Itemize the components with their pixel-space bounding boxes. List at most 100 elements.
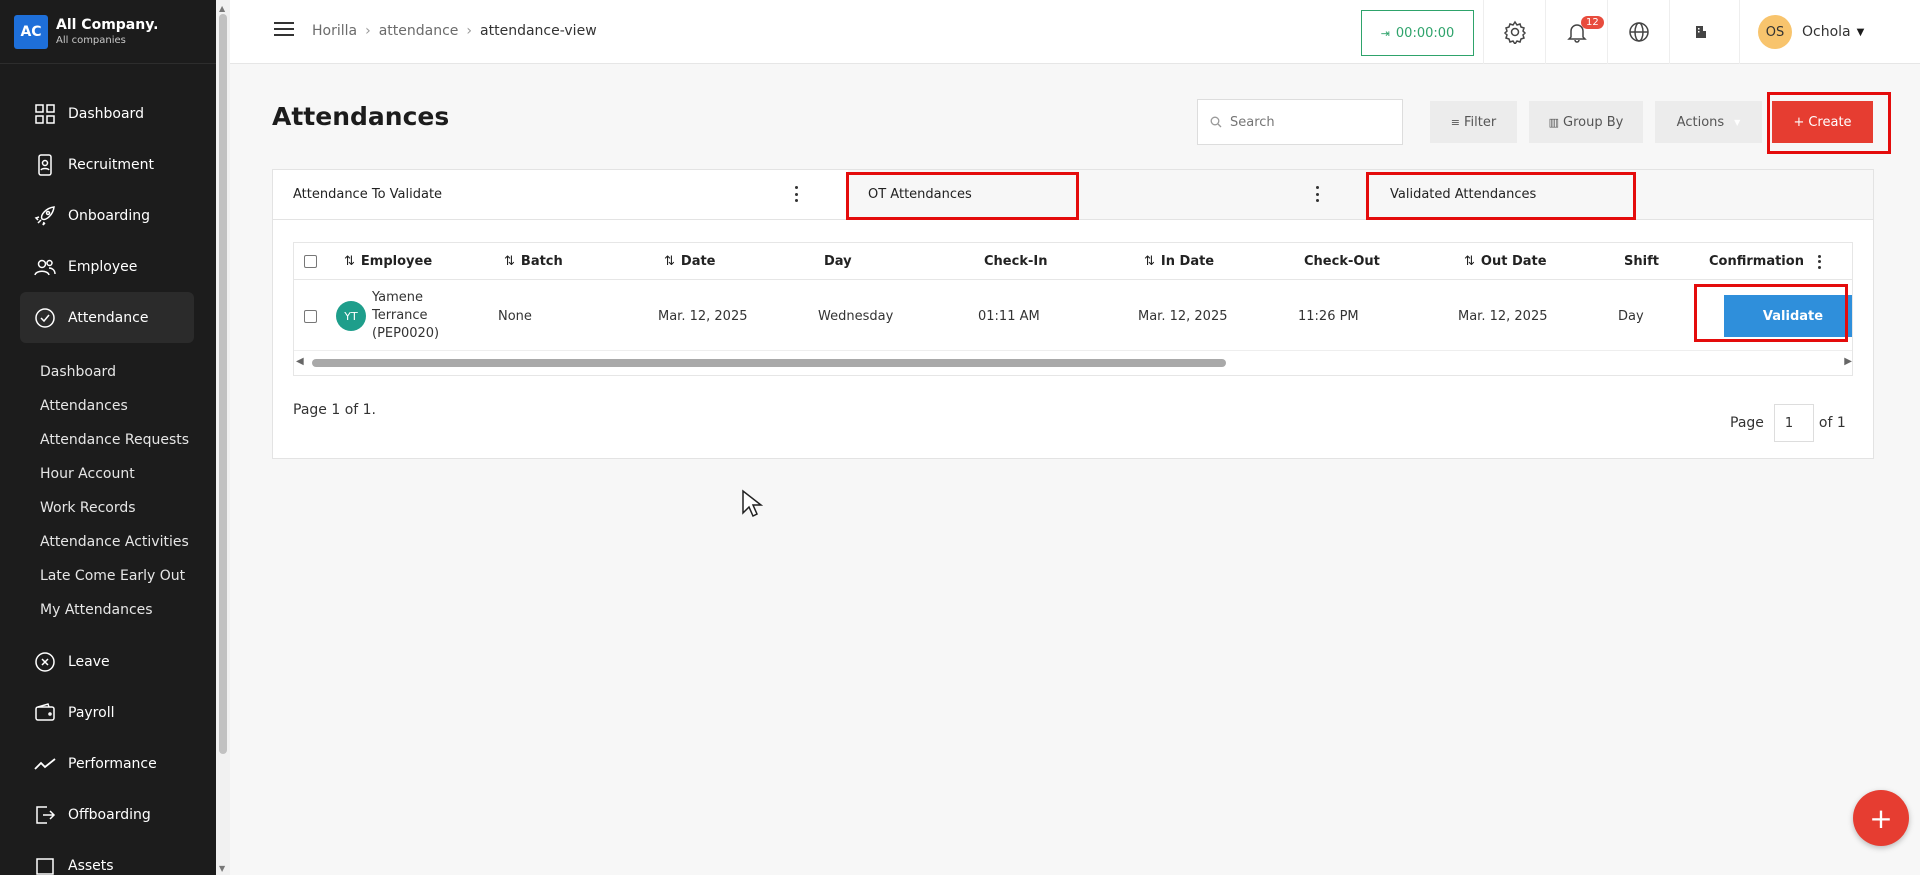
sidebar: AC All Company. All companies Dashboard … [0, 0, 216, 875]
sidebar-item-attendance[interactable]: Attendance [20, 292, 194, 343]
sidebar-item-leave[interactable]: Leave [0, 636, 216, 687]
mouse-cursor-icon [741, 489, 764, 523]
sidebar-nav-lower: Leave Payroll Performance Offboarding As… [0, 636, 216, 875]
breadcrumb-item[interactable]: Horilla [312, 23, 357, 39]
col-label: Confirmation [1709, 254, 1804, 269]
trend-icon [34, 753, 56, 775]
table-row[interactable]: YT Yamene Terrance (PEP0020) None Mar. 1… [294, 281, 1852, 351]
table-horizontal-scrollbar[interactable]: ◀ ▶ [294, 355, 1852, 371]
col-check-in[interactable]: Check-In [984, 243, 1047, 280]
col-out-date[interactable]: ⇅ Out Date [1464, 243, 1547, 280]
sort-icon: ⇅ [664, 254, 675, 269]
search-box[interactable] [1197, 99, 1403, 145]
submenu-attendances[interactable]: Attendances [0, 389, 216, 423]
notifications-button[interactable]: 12 [1545, 0, 1607, 64]
company-button[interactable] [1669, 0, 1731, 64]
language-button[interactable] [1607, 0, 1669, 64]
menu-icon[interactable] [274, 22, 294, 38]
sidebar-item-onboarding[interactable]: Onboarding [0, 190, 216, 241]
select-all-checkbox[interactable] [304, 243, 317, 280]
scroll-right-arrow-icon[interactable]: ▶ [1844, 356, 1852, 367]
sidebar-item-dashboard[interactable]: Dashboard [0, 88, 216, 139]
sidebar-item-label: Payroll [68, 704, 115, 721]
submenu-work-records[interactable]: Work Records [0, 491, 216, 525]
submenu-dashboard[interactable]: Dashboard [0, 355, 216, 389]
page-number-input[interactable]: 1 [1773, 404, 1814, 442]
row-checkbox[interactable] [304, 281, 317, 351]
page-total: of 1 [1818, 415, 1846, 431]
leave-icon [34, 651, 56, 673]
col-date[interactable]: ⇅ Date [664, 243, 716, 280]
exit-icon [34, 804, 56, 826]
col-batch[interactable]: ⇅ Batch [504, 243, 563, 280]
cell-employee[interactable]: YT Yamene Terrance (PEP0020) [336, 281, 486, 351]
timer-value: 00:00:00 [1395, 25, 1455, 41]
submenu-hour-account[interactable]: Hour Account [0, 457, 216, 491]
col-check-out[interactable]: Check-Out [1304, 243, 1380, 280]
sort-icon: ⇅ [344, 254, 355, 269]
sidebar-item-label: Employee [68, 258, 138, 275]
search-input[interactable] [1230, 114, 1390, 130]
actions-button[interactable]: Actions ▼ [1655, 101, 1762, 143]
cell-out-date: Mar. 12, 2025 [1458, 308, 1548, 324]
tab-ot-attendances[interactable]: OT Attendances [848, 170, 1370, 219]
validate-button[interactable]: Validate [1724, 295, 1852, 337]
submenu-late-come-early-out[interactable]: Late Come Early Out [0, 559, 216, 593]
filter-label: Filter [1464, 114, 1497, 130]
filter-button[interactable]: ≡ Filter [1430, 101, 1517, 143]
scroll-up-arrow-icon[interactable]: ▲ [219, 4, 225, 13]
tab-validated-attendances[interactable]: Validated Attendances [1370, 170, 1873, 219]
col-label: Batch [520, 254, 563, 269]
submenu-my-attendances[interactable]: My Attendances [0, 593, 216, 627]
kebab-menu-icon[interactable] [791, 186, 801, 202]
breadcrumb: Horilla › attendance › attendance-view [312, 23, 597, 39]
search-icon [1210, 116, 1222, 128]
sidebar-scrollbar[interactable]: ▲ ▼ [216, 0, 230, 875]
sort-icon: ⇅ [504, 254, 515, 269]
sidebar-item-employee[interactable]: Employee [0, 241, 216, 292]
sidebar-item-offboarding[interactable]: Offboarding [0, 789, 216, 840]
settings-button[interactable] [1483, 0, 1545, 64]
sidebar-nav: Dashboard Recruitment Onboarding Employe… [0, 88, 216, 627]
col-in-date[interactable]: ⇅ In Date [1144, 243, 1214, 280]
people-icon [34, 256, 56, 278]
company-subtitle: All companies [56, 35, 126, 46]
sidebar-item-performance[interactable]: Performance [0, 738, 216, 789]
attendance-table: ⇅ Employee ⇅ Batch ⇅ Date Day Check-In ⇅ In … [293, 242, 1853, 376]
col-employee[interactable]: ⇅ Employee [344, 243, 432, 280]
actions-label: Actions [1676, 114, 1725, 130]
submenu-attendance-activities[interactable]: Attendance Activities [0, 525, 216, 559]
tab-attendance-to-validate[interactable]: Attendance To Validate [273, 170, 848, 219]
col-day[interactable]: Day [824, 243, 852, 280]
kebab-menu-icon[interactable] [1312, 186, 1322, 202]
cell-day: Wednesday [818, 308, 894, 324]
rocket-icon [34, 205, 56, 227]
page-info: Page 1 of 1. [293, 402, 377, 418]
sidebar-item-payroll[interactable]: Payroll [0, 687, 216, 738]
scroll-down-arrow-icon[interactable]: ▼ [219, 864, 225, 873]
user-menu[interactable]: OS Ochola ▼ [1739, 0, 1864, 64]
col-shift[interactable]: Shift [1624, 243, 1659, 280]
sidebar-item-recruitment[interactable]: Recruitment [0, 139, 216, 190]
kebab-menu-icon[interactable] [1814, 254, 1824, 269]
attendance-submenu: Dashboard Attendances Attendance Request… [0, 343, 216, 627]
scrollbar-thumb[interactable] [219, 14, 227, 754]
company-logo: AC [14, 14, 48, 49]
column-options[interactable] [1814, 243, 1824, 280]
sidebar-item-assets[interactable]: Assets [0, 840, 216, 875]
breadcrumb-item[interactable]: attendance [379, 23, 459, 39]
add-fab-button[interactable]: + [1853, 790, 1909, 846]
wallet-icon [34, 702, 56, 724]
group-by-button[interactable]: ▥ Group By [1529, 101, 1643, 143]
col-label: Day [824, 254, 852, 269]
scroll-left-arrow-icon[interactable]: ◀ [296, 356, 304, 367]
submenu-attendance-requests[interactable]: Attendance Requests [0, 423, 216, 457]
create-button[interactable]: + Create [1772, 101, 1873, 143]
col-confirmation[interactable]: Confirmation [1709, 243, 1804, 280]
pagination: Page 1 of 1 [1730, 404, 1846, 442]
cell-check-in: 01:11 AM [978, 308, 1040, 324]
globe-icon [1628, 22, 1649, 42]
company-switcher[interactable]: AC All Company. All companies [0, 0, 216, 64]
clock-in-timer[interactable]: ⇥ 00:00:00 [1361, 10, 1474, 56]
scrollbar-thumb[interactable] [312, 359, 1226, 367]
